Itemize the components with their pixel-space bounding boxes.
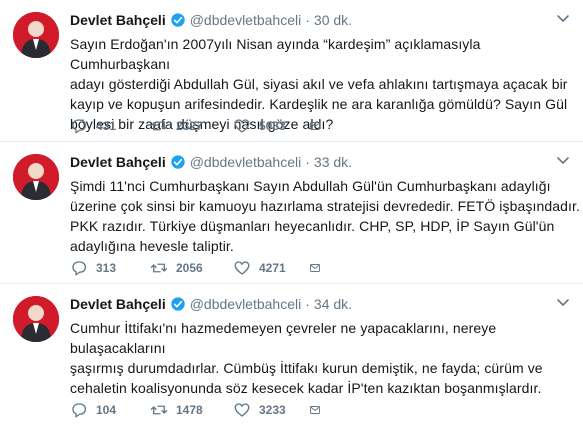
like-button[interactable]: 5083 (233, 117, 309, 135)
direct-message-button[interactable] (309, 401, 329, 419)
tweet[interactable]: Devlet Bahçeli @dbdevletbahceli · 34 dk.… (0, 284, 583, 426)
reply-count: 313 (96, 261, 117, 275)
envelope-icon (310, 406, 320, 414)
reply-button[interactable]: 104 (70, 401, 150, 419)
tweet-header: Devlet Bahçeli @dbdevletbahceli · 33 dk. (70, 152, 575, 172)
reply-button[interactable]: 431 (70, 117, 150, 135)
reply-icon (72, 403, 87, 418)
verified-badge-icon (171, 13, 185, 27)
retweet-button[interactable]: 2056 (150, 259, 233, 277)
reply-count: 104 (96, 403, 117, 417)
reply-count: 431 (96, 119, 117, 133)
author-name[interactable]: Devlet Bahçeli (70, 12, 166, 28)
tweet-time[interactable]: 34 dk. (314, 296, 352, 312)
chevron-down-icon[interactable] (555, 152, 571, 168)
avatar[interactable] (13, 12, 59, 58)
avatar[interactable] (13, 296, 59, 342)
retweet-button[interactable]: 2327 (150, 117, 233, 135)
tweet-timeline: Devlet Bahçeli @dbdevletbahceli · 30 dk.… (0, 0, 583, 429)
retweet-button[interactable]: 1478 (150, 401, 233, 419)
avatar[interactable] (13, 154, 59, 200)
like-button[interactable]: 3233 (233, 401, 309, 419)
reply-button[interactable]: 313 (70, 259, 150, 277)
chevron-down-icon[interactable] (555, 294, 571, 310)
heart-icon (234, 261, 250, 275)
envelope-icon (310, 122, 320, 130)
retweet-count: 2056 (176, 261, 203, 275)
heart-icon (234, 403, 250, 417)
tweet-actions: 313 2056 4271 (70, 258, 329, 278)
tweet-header: Devlet Bahçeli @dbdevletbahceli · 30 dk. (70, 10, 575, 30)
author-handle[interactable]: @dbdevletbahceli (190, 154, 302, 170)
reply-icon (72, 119, 87, 134)
chevron-down-icon[interactable] (555, 10, 571, 26)
retweet-icon (150, 263, 168, 273)
tweet-text: Cumhur İttifakı'nı hazmedemeyen çevreler… (70, 320, 543, 396)
like-button[interactable]: 4271 (233, 259, 309, 277)
separator-dot: · (305, 154, 310, 170)
author-name[interactable]: Devlet Bahçeli (70, 154, 166, 170)
tweet-actions: 104 1478 3233 (70, 400, 329, 420)
like-count: 5083 (259, 119, 286, 133)
heart-icon (234, 119, 250, 133)
like-count: 3233 (259, 403, 286, 417)
separator-dot: · (305, 12, 310, 28)
direct-message-button[interactable] (309, 259, 329, 277)
tweet-header: Devlet Bahçeli @dbdevletbahceli · 34 dk. (70, 294, 575, 314)
tweet-text: Şimdi 11'nci Cumhurbaşkanı Sayın Abdulla… (70, 178, 580, 254)
author-handle[interactable]: @dbdevletbahceli (190, 12, 302, 28)
verified-badge-icon (171, 155, 185, 169)
retweet-count: 2327 (176, 119, 203, 133)
envelope-icon (310, 264, 320, 272)
author-name[interactable]: Devlet Bahçeli (70, 296, 166, 312)
tweet-time[interactable]: 30 dk. (314, 12, 352, 28)
tweet[interactable]: Devlet Bahçeli @dbdevletbahceli · 30 dk.… (0, 0, 583, 142)
tweet[interactable]: Devlet Bahçeli @dbdevletbahceli · 33 dk.… (0, 142, 583, 284)
direct-message-button[interactable] (309, 117, 329, 135)
retweet-icon (150, 121, 168, 131)
retweet-count: 1478 (176, 403, 203, 417)
reply-icon (72, 261, 87, 276)
like-count: 4271 (259, 261, 286, 275)
author-handle[interactable]: @dbdevletbahceli (190, 296, 302, 312)
separator-dot: · (305, 296, 310, 312)
tweet-actions: 431 2327 5083 (70, 116, 329, 136)
retweet-icon (150, 405, 168, 415)
verified-badge-icon (171, 297, 185, 311)
tweet-time[interactable]: 33 dk. (314, 154, 352, 170)
